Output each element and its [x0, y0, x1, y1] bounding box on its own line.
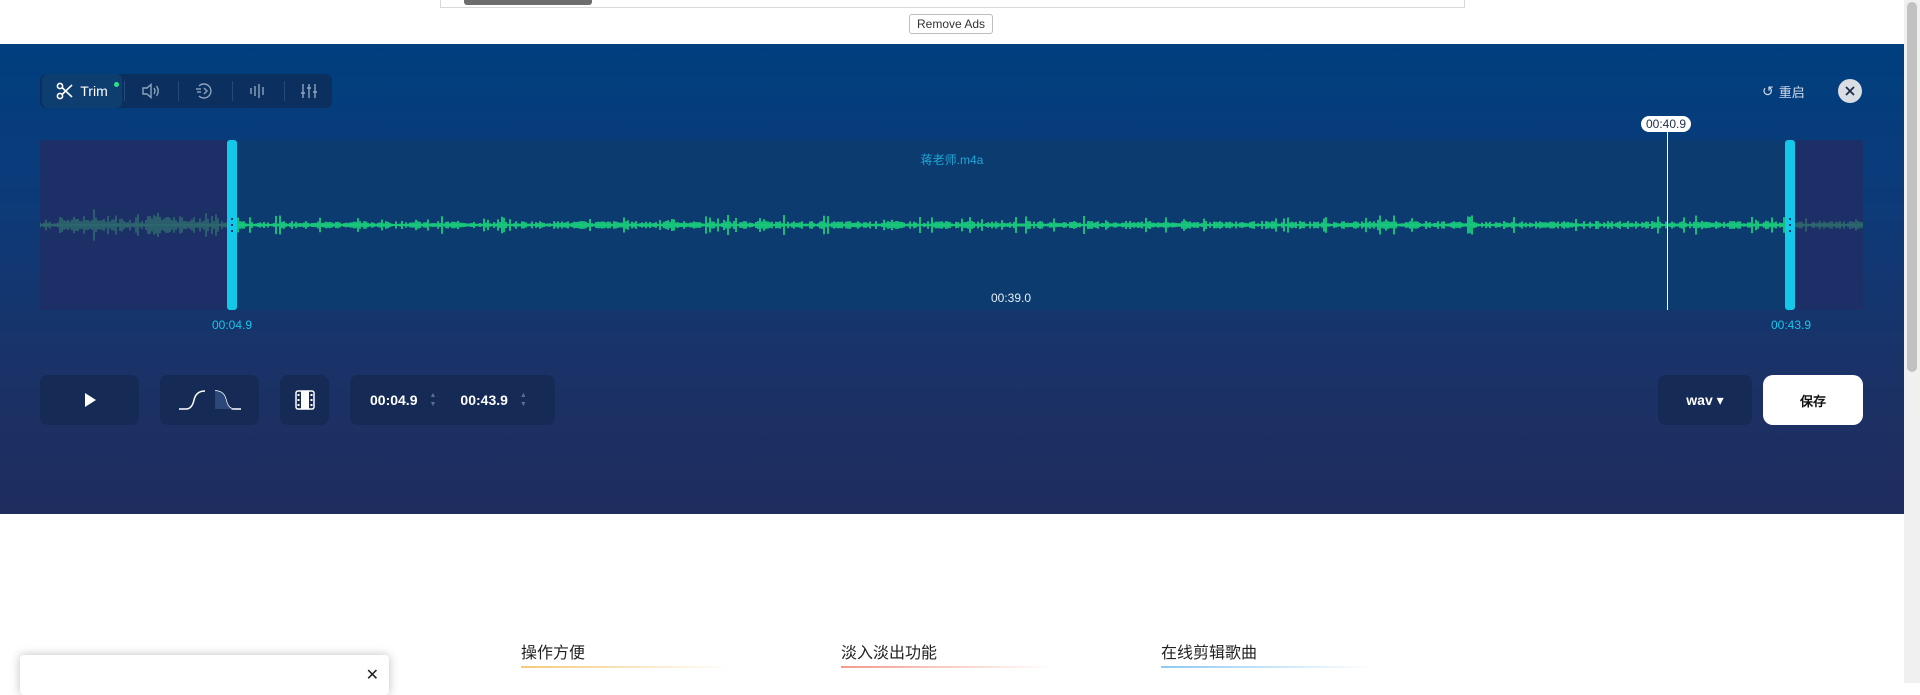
- feature-fade: 淡入淡出功能: [841, 645, 938, 662]
- split-button[interactable]: [280, 375, 329, 425]
- close-icon: [1845, 86, 1855, 96]
- divider: [284, 81, 285, 101]
- ad-banner: [440, 0, 1465, 8]
- ad-image: [464, 0, 592, 5]
- fade-in-icon[interactable]: [178, 389, 206, 411]
- tab-equalizer[interactable]: [234, 74, 282, 108]
- feature-easy: 操作方便: [521, 645, 586, 662]
- tab-volume[interactable]: [126, 74, 176, 108]
- divider: [124, 81, 125, 101]
- start-time-label: 00:04.9: [212, 318, 253, 332]
- chevron-up-icon[interactable]: ▲: [520, 391, 527, 400]
- speed-icon: [196, 83, 212, 99]
- save-button[interactable]: 保存: [1763, 375, 1863, 425]
- tab-trim[interactable]: Trim: [42, 74, 122, 108]
- chevron-down-icon[interactable]: ▼: [520, 400, 527, 409]
- divider: [232, 81, 233, 101]
- film-icon: [294, 390, 315, 410]
- file-name: 蒋老师.m4a: [920, 153, 984, 167]
- playhead-time: 00:40.9: [1641, 116, 1692, 132]
- active-indicator: [114, 82, 119, 87]
- tab-settings[interactable]: [286, 74, 332, 108]
- selection-duration: 00:39.0: [990, 291, 1032, 305]
- reset-button[interactable]: ↺ 重启: [1762, 82, 1805, 100]
- popup-close-icon[interactable]: ✕: [366, 665, 379, 685]
- tab-speed[interactable]: [180, 74, 230, 108]
- feature-online: 在线剪辑歌曲: [1161, 645, 1258, 662]
- scissors-icon: [56, 82, 73, 100]
- end-time-input[interactable]: 00:43.9: [460, 392, 507, 408]
- scrollbar-thumb[interactable]: [1907, 2, 1917, 372]
- start-time-stepper[interactable]: ▲ ▼: [429, 391, 436, 409]
- tool-tabs: Trim: [40, 74, 332, 108]
- feature-underline: [1161, 666, 1371, 668]
- feature-underline: [521, 666, 731, 668]
- play-icon: [84, 393, 96, 407]
- divider: [178, 81, 179, 101]
- undo-icon: ↺: [1762, 82, 1774, 99]
- fade-out-icon[interactable]: [214, 389, 242, 411]
- trim-start-handle[interactable]: [227, 140, 237, 310]
- fade-controls: [160, 375, 259, 425]
- play-button[interactable]: [40, 375, 139, 425]
- popup-card: ✕: [20, 655, 389, 695]
- volume-icon: [142, 83, 159, 99]
- end-time-label: 00:43.9: [1771, 318, 1812, 332]
- equalizer-bars-icon: [250, 84, 264, 98]
- feature-underline: [841, 666, 1051, 668]
- format-value: wav ▾: [1686, 391, 1724, 408]
- start-time-input[interactable]: 00:04.9: [370, 392, 417, 408]
- chevron-up-icon[interactable]: ▲: [429, 391, 436, 400]
- tab-trim-label: Trim: [80, 83, 108, 99]
- remove-ads-button[interactable]: Remove Ads: [909, 14, 994, 34]
- playhead[interactable]: [1667, 130, 1668, 310]
- chevron-down-icon[interactable]: ▼: [429, 400, 436, 409]
- close-button[interactable]: [1838, 79, 1862, 103]
- trim-end-handle[interactable]: [1785, 140, 1795, 310]
- format-select[interactable]: wav ▾: [1658, 375, 1752, 425]
- time-range-inputs: 00:04.9 ▲ ▼ 00:43.9 ▲ ▼: [350, 375, 555, 425]
- end-time-stepper[interactable]: ▲ ▼: [520, 391, 527, 409]
- sliders-icon: [301, 84, 317, 98]
- reset-label: 重启: [1778, 84, 1805, 100]
